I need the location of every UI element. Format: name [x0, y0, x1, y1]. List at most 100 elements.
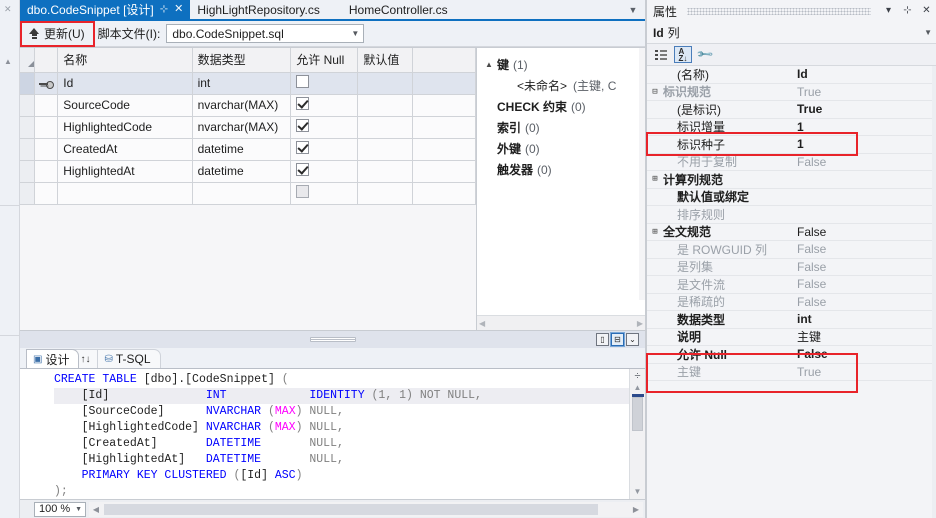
close-icon[interactable]: ✕	[174, 4, 183, 15]
scroll-left-icon[interactable]: ◀	[479, 319, 485, 328]
titlebar-drag-dots[interactable]	[687, 7, 871, 15]
tree-node-triggers[interactable]: 触发器 (0)	[477, 159, 645, 180]
property-value[interactable]: 1	[795, 137, 936, 151]
split-editor-handle[interactable]: ÷	[632, 371, 644, 383]
tree-node-foreign-keys[interactable]: 外键 (0)	[477, 138, 645, 159]
twisty-expanded-icon[interactable]: ▲	[485, 60, 497, 69]
pin-icon[interactable]: ⊹	[900, 4, 915, 19]
property-row-primary-key[interactable]: 主键 True	[647, 363, 936, 381]
chevron-down-icon[interactable]: ▼	[75, 506, 82, 513]
table-row[interactable]: SourceCode nvarchar(MAX)	[20, 94, 477, 117]
split-horizontal-button[interactable]: ⊟	[610, 332, 625, 347]
tree-node-keys[interactable]: ▲ 键 (1)	[477, 54, 645, 75]
close-icon[interactable]: ✕	[919, 4, 934, 19]
expander-expand-icon[interactable]: ⊞	[647, 174, 663, 184]
tab-design-view[interactable]: ▣ 设计	[26, 349, 80, 368]
code-horizontal-scrollbar[interactable]: ◀ ▶	[89, 501, 643, 517]
property-row-computed-column-spec[interactable]: ⊞ 计算列规范	[647, 171, 936, 189]
scroll-left-icon[interactable]: ◀	[89, 505, 103, 514]
cell-default[interactable]	[357, 138, 413, 161]
tab-homecontroller-cs[interactable]: HomeController.cs	[327, 0, 455, 19]
cell-allow-null[interactable]	[290, 182, 359, 205]
scroll-down-icon[interactable]: ▼	[634, 487, 642, 496]
property-row-identity-spec[interactable]: ⊟ 标识规范 True	[647, 83, 936, 101]
property-row-default-or-binding[interactable]: 默认值或绑定	[647, 188, 936, 206]
tree-horizontal-scrollbar[interactable]: ◀ ▶	[477, 315, 645, 330]
cell-allow-null[interactable]	[290, 72, 359, 95]
cell-column-name[interactable]: CreatedAt	[57, 138, 193, 161]
row-selector[interactable]	[20, 182, 36, 205]
property-value[interactable]: False	[795, 295, 936, 309]
property-row-fulltext-spec[interactable]: ⊞ 全文规范 False	[647, 223, 936, 241]
property-row-description[interactable]: 说明 主键	[647, 328, 936, 346]
property-value[interactable]: 1	[795, 120, 936, 134]
cell-default[interactable]	[357, 160, 413, 183]
cell-column-name[interactable]	[57, 182, 193, 205]
property-pages-button[interactable]: 🔧	[696, 46, 714, 64]
table-row[interactable]: HighlightedCode nvarchar(MAX)	[20, 116, 477, 139]
scroll-right-icon[interactable]: ▶	[629, 505, 643, 514]
cell-column-name[interactable]: Id	[57, 72, 193, 95]
row-selector[interactable]	[20, 138, 36, 161]
property-row-is-rowguid-column[interactable]: 是 ROWGUID 列 False	[647, 241, 936, 259]
cell-data-type[interactable]: nvarchar(MAX)	[192, 94, 292, 117]
cell-column-name[interactable]: HighlightedCode	[57, 116, 193, 139]
grid-header-datatype[interactable]: 数据类型	[192, 48, 292, 73]
tree-node-unnamed-key[interactable]: <未命名> (主键, C	[477, 75, 645, 96]
scroll-thumb[interactable]	[632, 397, 643, 431]
cell-data-type[interactable]: datetime	[192, 160, 292, 183]
property-row-identity-seed[interactable]: 标识种子 1	[647, 136, 936, 154]
splitter-grip[interactable]	[309, 337, 356, 342]
scroll-thumb[interactable]	[104, 503, 598, 515]
row-selector[interactable]	[20, 72, 36, 95]
property-row-is-filestream[interactable]: 是文件流 False	[647, 276, 936, 294]
update-button[interactable]: 更新(U)	[24, 22, 92, 45]
split-vertical-button[interactable]: ▯	[596, 333, 609, 346]
grid-header-default[interactable]: 默认值	[357, 48, 413, 73]
scroll-up-icon[interactable]: ▲	[634, 383, 642, 392]
allow-null-checkbox[interactable]	[296, 75, 310, 88]
cell-column-name[interactable]: HighlightedAt	[57, 160, 193, 183]
categorized-button[interactable]	[652, 46, 670, 63]
property-row-collation[interactable]: 排序规则	[647, 206, 936, 224]
script-file-combo[interactable]: dbo.CodeSnippet.sql ▼	[166, 24, 365, 43]
grid-header-allownull[interactable]: 允许 Null	[290, 48, 359, 73]
tab-tsql-view[interactable]: ⛁ T-SQL	[97, 349, 161, 368]
property-value[interactable]: Id	[795, 67, 936, 81]
property-row-is-column-set[interactable]: 是列集 False	[647, 258, 936, 276]
property-row-not-for-replication[interactable]: 不用于复制 False	[647, 153, 936, 171]
collapse-pane-button[interactable]: ⌄	[626, 333, 639, 346]
tree-node-indexes[interactable]: 索引 (0)	[477, 117, 645, 138]
property-value[interactable]: True	[795, 85, 936, 99]
property-value[interactable]: False	[795, 225, 936, 239]
cell-allow-null[interactable]	[290, 160, 359, 183]
tab-dbo-codesnippet-design[interactable]: dbo.CodeSnippet [设计] ⊹ ✕	[20, 0, 191, 19]
row-selector[interactable]	[20, 116, 36, 139]
code-vertical-scrollbar[interactable]: ÷ ▲ ▼	[629, 369, 645, 499]
cell-data-type[interactable]: datetime	[192, 138, 292, 161]
properties-vertical-scrollbar[interactable]	[932, 66, 936, 518]
chevron-down-icon[interactable]: ▼	[347, 25, 363, 42]
property-value[interactable]: False	[795, 242, 936, 256]
allow-null-checkbox[interactable]	[296, 97, 310, 110]
grid-corner-cell[interactable]	[20, 48, 36, 73]
chevron-down-icon[interactable]: ▼	[924, 28, 932, 37]
row-selector[interactable]	[20, 160, 36, 183]
allow-null-checkbox[interactable]	[296, 163, 310, 176]
table-row[interactable]: Id int	[20, 72, 477, 95]
cell-default[interactable]	[357, 116, 413, 139]
cell-data-type[interactable]	[192, 182, 292, 205]
properties-object-selector[interactable]: Id 列 ▼	[647, 22, 936, 44]
rail-scroll-up-icon[interactable]: ▲	[4, 58, 12, 66]
cell-allow-null[interactable]	[290, 94, 359, 117]
cell-default[interactable]	[357, 94, 413, 117]
allow-null-checkbox[interactable]	[296, 185, 310, 198]
panel-dropdown-button[interactable]: ▾	[881, 4, 896, 19]
property-row-identity-increment[interactable]: 标识增量 1	[647, 118, 936, 136]
property-value[interactable]: False	[795, 260, 936, 274]
property-row-data-type[interactable]: 数据类型 int	[647, 311, 936, 329]
property-value[interactable]: False	[795, 277, 936, 291]
expander-expand-icon[interactable]: ⊞	[647, 227, 663, 237]
cell-allow-null[interactable]	[290, 116, 359, 139]
tab-highlightrepository-cs[interactable]: HighLightRepository.cs	[190, 0, 327, 19]
